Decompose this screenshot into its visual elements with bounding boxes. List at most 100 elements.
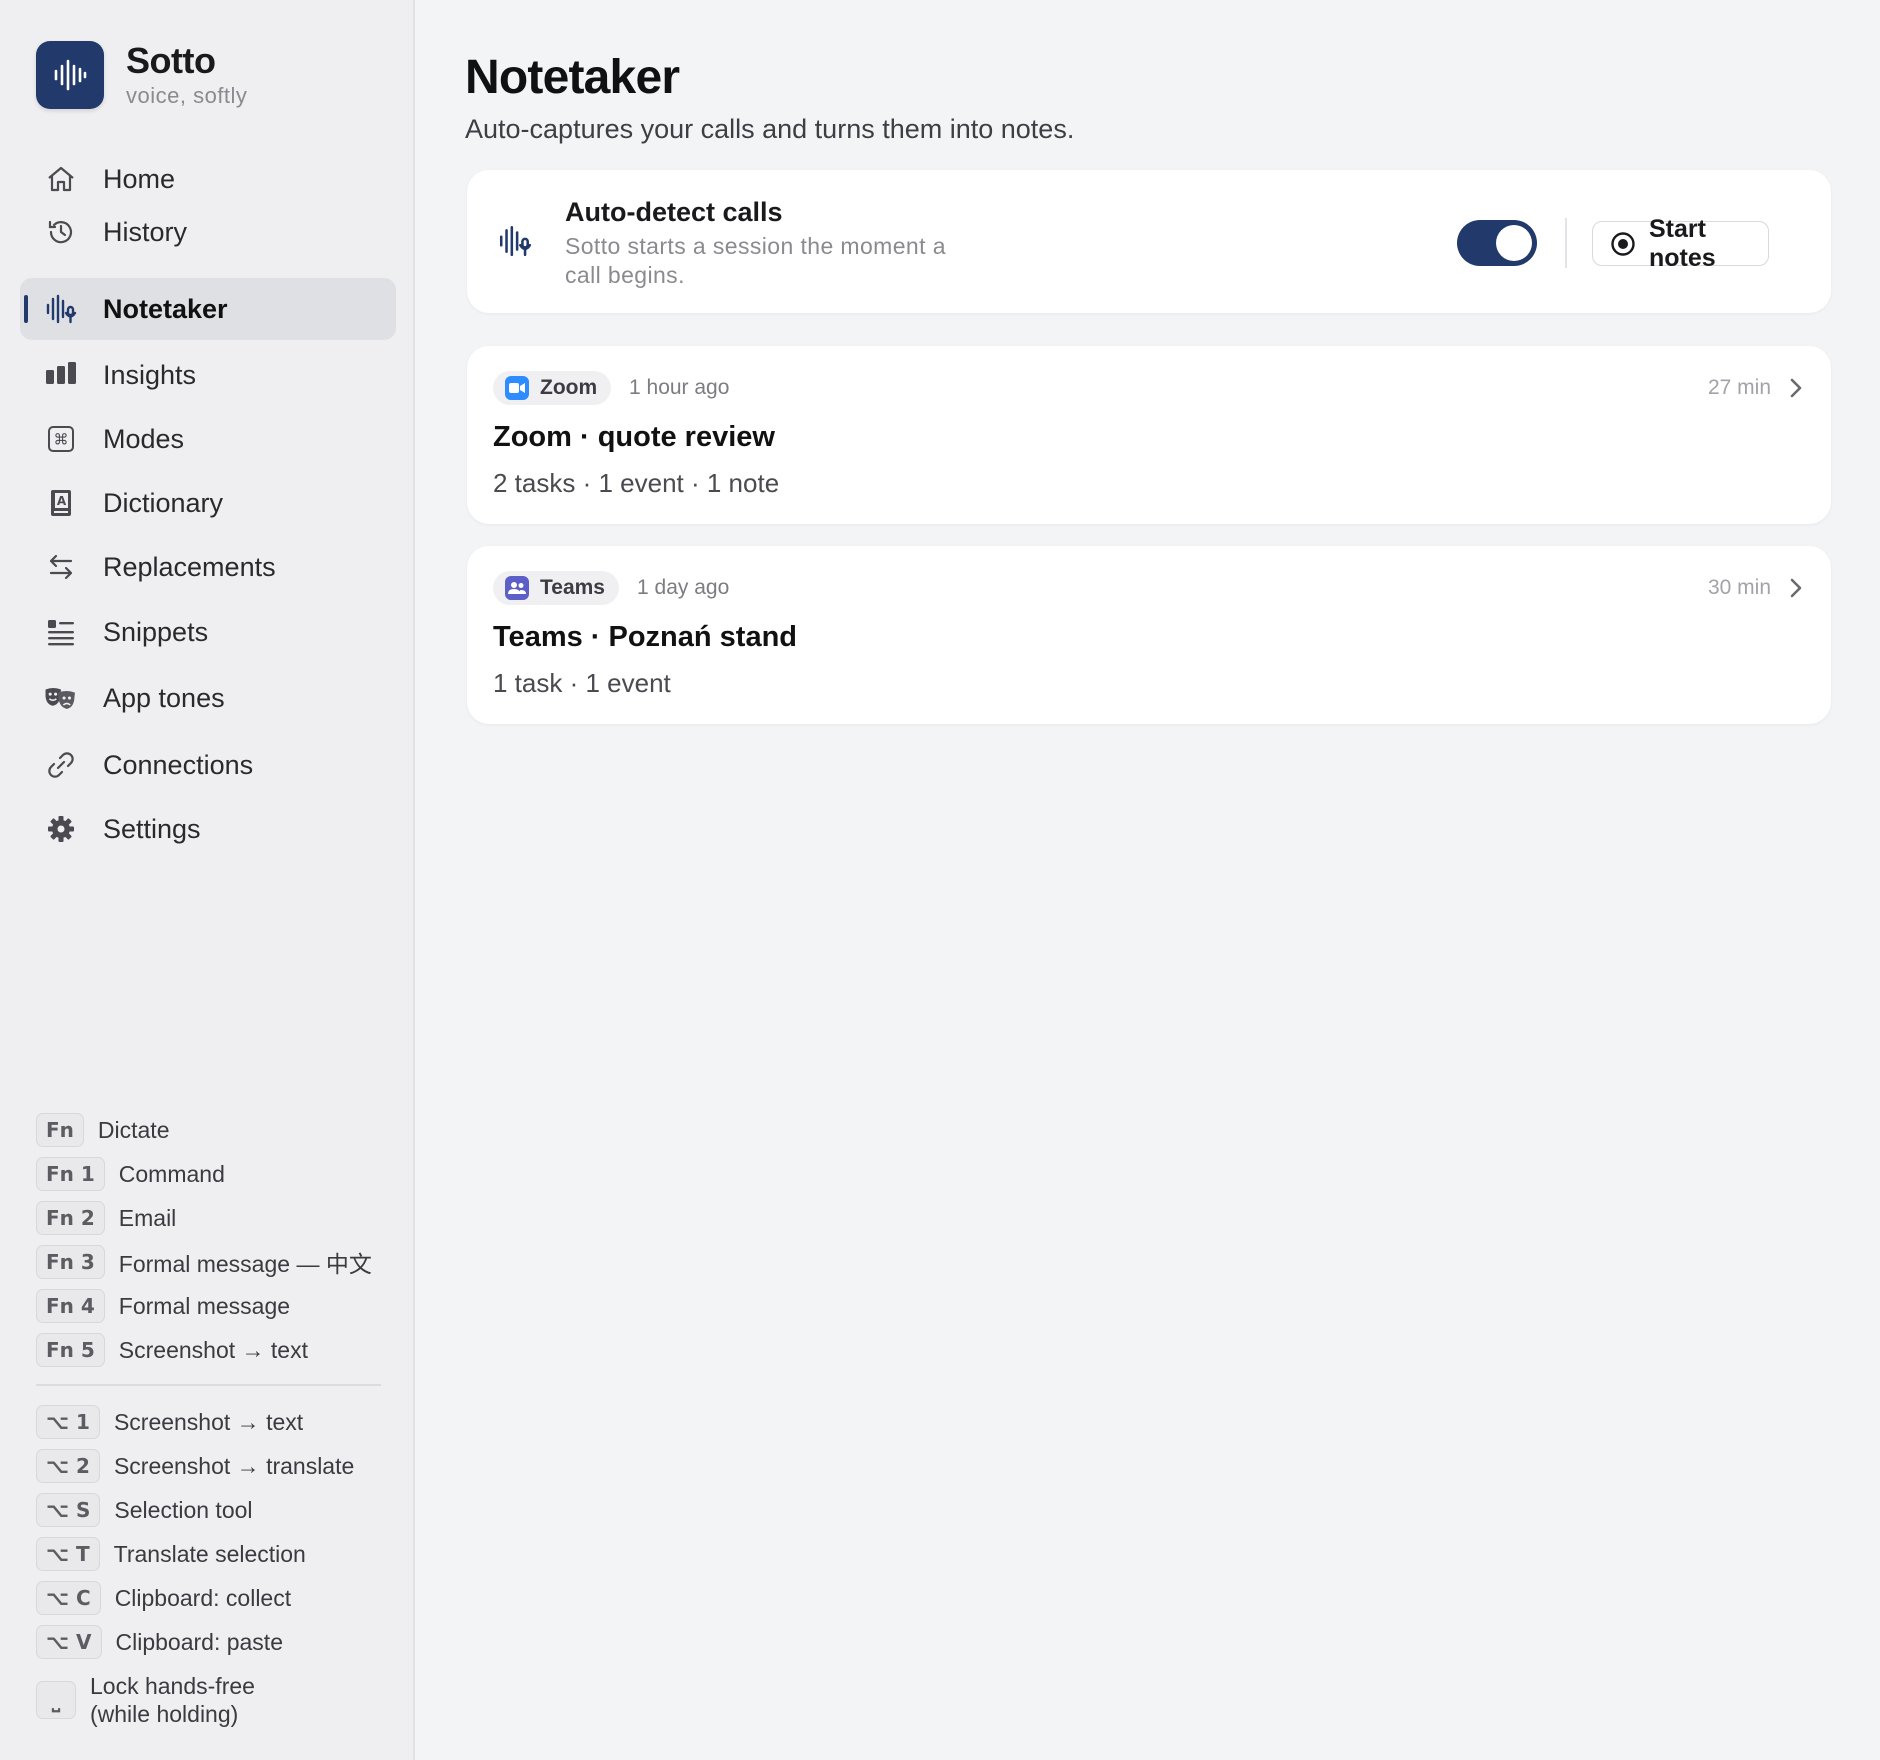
active-indicator [24,295,28,323]
call-duration: 27 min [1707,376,1771,399]
history-icon [44,215,78,249]
auto-detect-description: Sotto starts a session the moment a call… [565,233,946,288]
sidebar: Sotto voice, softly Home History Notetak… [0,0,415,1760]
sidebar-item-label: App tones [103,682,225,713]
call-summary: 2 tasks · 1 event · 1 note [493,468,780,498]
app-logo [36,41,104,109]
shortcut-key: ⌥ 1 [36,1405,100,1439]
brand: Sotto voice, softly [36,41,247,109]
sidebar-item-insights[interactable]: Insights [20,344,396,406]
hands-free-line1: Lock hands-free [90,1673,255,1699]
bar-chart-icon [44,358,78,392]
shortcut-label: Lock hands-free (while holding) [90,1672,255,1728]
shortcut-label: Dictate [97,1116,170,1143]
shortcut-label: Email [118,1204,177,1231]
start-notes-label: Start notes [1649,214,1716,272]
auto-detect-title: Auto-detect calls [565,197,783,227]
shortcut-key: ⎵ [36,1681,76,1719]
auto-detect-toggle[interactable] [1457,220,1537,266]
shortcut-label: Selection tool [114,1496,253,1523]
shortcut-label: Screenshot → text [118,1336,308,1363]
sidebar-item-label: Insights [103,359,197,390]
sidebar-item-dictionary[interactable]: A Dictionary [20,472,396,534]
sidebar-item-snippets[interactable]: Snippets [20,601,396,663]
gear-icon [44,812,78,846]
sidebar-item-notetaker[interactable]: Notetaker [20,278,396,340]
sidebar-item-label: Snippets [103,616,209,647]
shortcut-key: ⌥ S [36,1493,101,1527]
shortcut-key: Fn 1 [36,1157,105,1191]
shortcut-row: Fn 3 Formal message — 中文 [36,1244,372,1280]
call-duration: 30 min [1707,576,1771,599]
call-title: Teams · Poznań stand [493,621,798,653]
page-subtitle: Auto-captures your calls and turns them … [465,114,1075,144]
command-key-icon: ⌘ [44,422,78,456]
record-icon [1610,231,1636,257]
sidebar-item-modes[interactable]: ⌘ Modes [20,408,396,470]
shortcut-row: Fn 4 Formal message [36,1288,290,1324]
shortcut-row: Fn 2 Email [36,1200,176,1236]
shortcut-label: Clipboard: paste [115,1628,284,1655]
app-badge-label: Zoom [540,376,598,399]
sidebar-item-settings[interactable]: Settings [20,798,396,860]
call-card-teams[interactable]: Teams 1 day ago 30 min Teams · Poznań st… [467,546,1831,724]
shortcut-row-hands-free: ⎵ Lock hands-free (while holding) [36,1670,255,1730]
shortcut-label: Translate selection [113,1540,306,1567]
app-badge: Zoom [493,371,612,405]
start-notes-button[interactable]: Start notes [1592,215,1769,272]
sidebar-item-label: Connections [103,749,254,780]
app-badge: Teams [493,571,619,605]
shortcut-label: Screenshot → text [113,1408,304,1435]
call-title: Zoom · quote review [493,421,775,453]
shortcut-row: Fn 1 Command [36,1156,225,1192]
main-content: Notetaker Auto-captures your calls and t… [415,0,1880,1760]
shortcut-row: ⌥ S Selection tool [36,1492,253,1528]
shortcut-row: ⌥ C Clipboard: collect [36,1580,291,1616]
shortcut-row: ⌥ T Translate selection [36,1536,306,1572]
sidebar-item-label: Replacements [103,551,276,582]
zoom-icon [505,376,529,400]
teams-icon [505,576,529,600]
shortcut-row: Fn Dictate [36,1112,170,1148]
chevron-right-icon [1787,376,1805,405]
shortcut-row: Fn 5 Screenshot → text [36,1332,308,1368]
sidebar-item-label: Modes [103,423,185,454]
app-name: Sotto [126,40,216,81]
sidebar-item-label: Dictionary [103,487,224,518]
snippets-icon [44,615,78,649]
shortcut-label: Formal message [118,1292,291,1319]
call-card-zoom[interactable]: Zoom 1 hour ago 27 min Zoom · quote revi… [467,346,1831,524]
call-time: 1 day ago [637,576,730,599]
shortcut-key: Fn 3 [36,1245,105,1279]
chevron-right-icon [1787,576,1805,605]
waveform-logo-icon [54,59,87,91]
waveform-mic-icon [497,223,533,264]
book-icon: A [44,486,78,520]
shortcut-row: ⌥ 2 Screenshot → translate [36,1448,354,1484]
auto-detect-card: Auto-detect calls Sotto starts a session… [467,170,1831,313]
shortcut-key: Fn 2 [36,1201,105,1235]
swap-arrows-icon [44,550,78,584]
page-title: Notetaker [465,51,680,104]
app-badge-label: Teams [540,576,605,599]
sidebar-item-label: History [103,216,188,247]
shortcut-key: ⌥ C [36,1581,101,1615]
shortcut-key: Fn [36,1113,84,1147]
home-icon [44,162,78,196]
sidebar-item-replacements[interactable]: Replacements [20,536,396,598]
svg-text:⌘: ⌘ [54,431,69,449]
waveform-mic-icon [44,292,78,326]
hands-free-line2: (while holding) [90,1701,239,1727]
shortcut-key: Fn 4 [36,1289,105,1323]
shortcut-row: ⌥ V Clipboard: paste [36,1624,283,1660]
shortcut-key: ⌥ V [36,1625,102,1659]
sidebar-item-label: Notetaker [103,293,228,324]
shortcut-key: ⌥ T [36,1537,100,1571]
call-summary: 1 task · 1 event [493,668,671,698]
sidebar-item-history[interactable]: History [20,201,396,263]
sidebar-item-connections[interactable]: Connections [20,734,396,796]
link-icon [44,748,78,782]
shortcut-label: Screenshot → translate [113,1452,355,1479]
shortcut-key: Fn 5 [36,1333,105,1367]
sidebar-item-app-tones[interactable]: App tones [20,667,396,729]
